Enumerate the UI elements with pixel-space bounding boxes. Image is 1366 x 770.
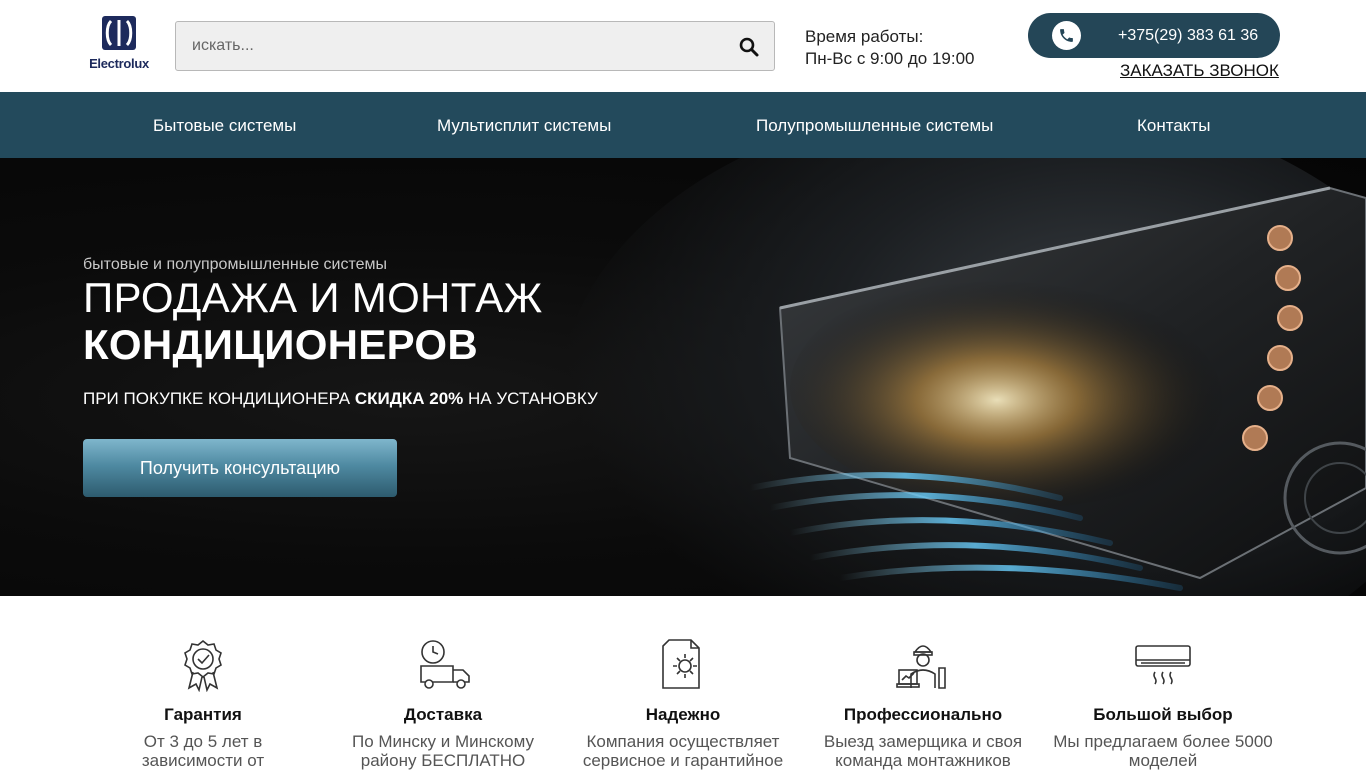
electrolux-logo[interactable]: Electrolux — [83, 16, 155, 76]
feature-desc: По Минску и Минскому району БЕСПЛАТНО — [351, 732, 535, 770]
main-nav: Бытовые системы Мультисплит системы Полу… — [0, 92, 1366, 158]
search-box — [175, 21, 775, 71]
feature-desc: От 3 до 5 лет в зависимости от — [141, 732, 265, 770]
nav-item-household-systems[interactable]: Бытовые системы — [153, 116, 296, 136]
delivery-truck-icon — [420, 640, 470, 689]
phone-button[interactable]: +375(29) 383 61 36 — [1028, 13, 1280, 58]
hero-title-line2: КОНДИЦИОНЕРОВ — [83, 321, 478, 368]
feature-desc: Выезд замерщика и своя команда монтажник… — [823, 732, 1023, 770]
feature-title: Профессионально — [843, 705, 1003, 724]
feature-title: Гарантия — [164, 705, 242, 724]
hero-banner: бытовые и полупромышленные системы ПРОДА… — [0, 158, 1366, 596]
hero-subtitle: бытовые и полупромышленные системы — [83, 256, 388, 273]
order-callback-link[interactable]: ЗАКАЗАТЬ ЗВОНОК — [1120, 61, 1279, 81]
hours-value: Пн-Вс с 9:00 до 19:00 — [805, 49, 975, 68]
get-consultation-button[interactable]: Получить консультацию — [83, 439, 397, 497]
air-conditioner-illustration — [747, 186, 1366, 591]
features-section: Гарантия От 3 до 5 лет в зависимости от … — [0, 596, 1366, 770]
feature-title: Большой выбор — [1093, 705, 1233, 724]
feature-desc: Мы предлагаем более 5000 моделей — [1053, 732, 1273, 770]
site-header: Electrolux Время работы: Пн-Вс с 9:00 до… — [0, 0, 1366, 92]
promo-discount: СКИДКА 20% — [354, 389, 464, 408]
installer-worker-icon — [896, 645, 946, 689]
feature-title: Доставка — [403, 705, 483, 724]
search-icon[interactable] — [738, 36, 760, 58]
promo-prefix: ПРИ ПОКУПКЕ КОНДИЦИОНЕРА — [83, 389, 351, 408]
phone-icon — [1052, 21, 1081, 50]
award-badge-icon — [184, 639, 222, 692]
hero-promo: ПРИ ПОКУПКЕ КОНДИЦИОНЕРА СКИДКА 20% НА У… — [83, 389, 598, 409]
search-input[interactable] — [192, 22, 732, 70]
promo-suffix: НА УСТАНОВКУ — [468, 389, 598, 408]
logo-text: Electrolux — [89, 56, 149, 71]
nav-item-contacts[interactable]: Контакты — [1137, 116, 1210, 136]
phone-number: +375(29) 383 61 36 — [1118, 27, 1259, 44]
hours-label: Время работы: — [805, 27, 924, 46]
electrolux-logo-icon — [102, 16, 136, 50]
air-conditioner-icon — [1135, 645, 1191, 685]
document-gear-icon — [662, 639, 700, 689]
feature-title: Надежно — [645, 705, 721, 724]
feature-desc: Компания осуществляет сервисное и гарант… — [582, 732, 784, 770]
working-hours: Время работы: Пн-Вс с 9:00 до 19:00 — [805, 26, 975, 70]
hero-title-line1: ПРОДАЖА И МОНТАЖ — [83, 274, 543, 321]
nav-item-semi-industrial-systems[interactable]: Полупромышленные системы — [756, 116, 993, 136]
nav-item-multisplit-systems[interactable]: Мультисплит системы — [437, 116, 611, 136]
